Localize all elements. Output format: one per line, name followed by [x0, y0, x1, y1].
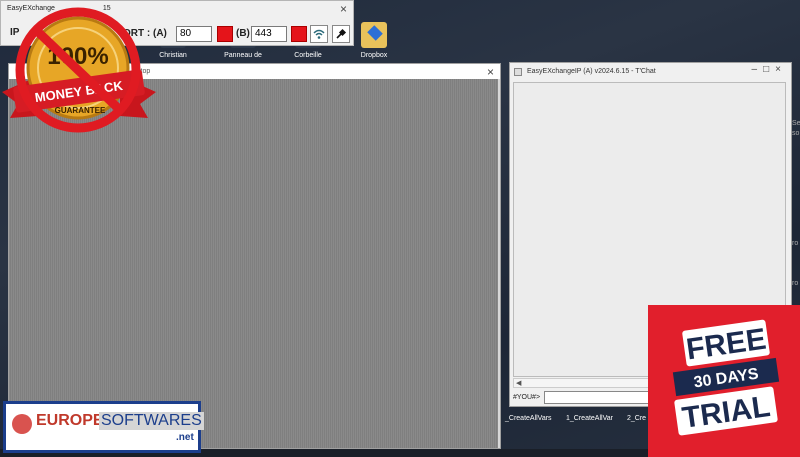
desktop-file-label[interactable]: 1_CreateAllVar: [566, 415, 613, 422]
app-icon: [514, 68, 522, 76]
brand-flag-icon: [12, 414, 32, 434]
sliver-label: ro: [792, 280, 799, 287]
trial-word: TRIAL: [680, 390, 772, 435]
window-title: EasyEXchangeIP (A) v2024.6.15 - T'Chat: [527, 68, 656, 75]
desktop-file-label[interactable]: _CreateAllVars: [505, 415, 552, 422]
port-a-input[interactable]: 80: [176, 26, 212, 42]
desktop-icon-label: Corbeille: [294, 52, 322, 59]
desktop-icon-label: Dropbox: [360, 52, 388, 59]
maximize-icon[interactable]: □: [763, 64, 775, 75]
desktop-icon-label: Panneau de: [224, 52, 262, 59]
chat-prompt-label: #YOU#>: [513, 394, 541, 401]
sliver-label: so: [792, 130, 800, 137]
close-icon[interactable]: ×: [340, 2, 347, 16]
connect-button[interactable]: [332, 25, 350, 43]
port-a-status-indicator: [217, 26, 233, 42]
network-button[interactable]: [310, 25, 328, 43]
close-icon[interactable]: ×: [487, 65, 494, 79]
free-trial-banner: FREE 30 DAYS TRIAL: [648, 305, 800, 457]
free-trial-graphic: FREE 30 DAYS TRIAL: [672, 319, 780, 436]
scroll-left-icon[interactable]: ◀: [516, 379, 521, 387]
plug-icon: [336, 28, 347, 39]
europe-softwares-logo: EUROPE SOFTWARES .net: [3, 401, 204, 453]
logo-suffix: .net: [176, 432, 194, 443]
dropbox-folder-icon: [361, 22, 387, 48]
window-controls[interactable]: –□×: [752, 64, 787, 75]
wifi-icon: [313, 29, 325, 39]
port-b-status-indicator: [291, 26, 307, 42]
logo-part1: EUROPE: [36, 412, 104, 429]
sliver-label: Se: [792, 120, 800, 127]
minimize-icon[interactable]: –: [752, 64, 764, 75]
port-b-label: (B): [236, 28, 250, 39]
badge-guarantee: GUARANTEE: [55, 106, 106, 115]
port-b-input[interactable]: 443: [251, 26, 287, 42]
money-back-guarantee-badge: 100% MONEY BACK GUARANTEE: [2, 7, 156, 133]
desktop-file-label[interactable]: 2_Cre: [627, 415, 646, 422]
logo-part2: SOFTWARES: [99, 412, 204, 430]
close-icon[interactable]: ×: [775, 64, 787, 75]
sliver-label: ro: [792, 240, 799, 247]
